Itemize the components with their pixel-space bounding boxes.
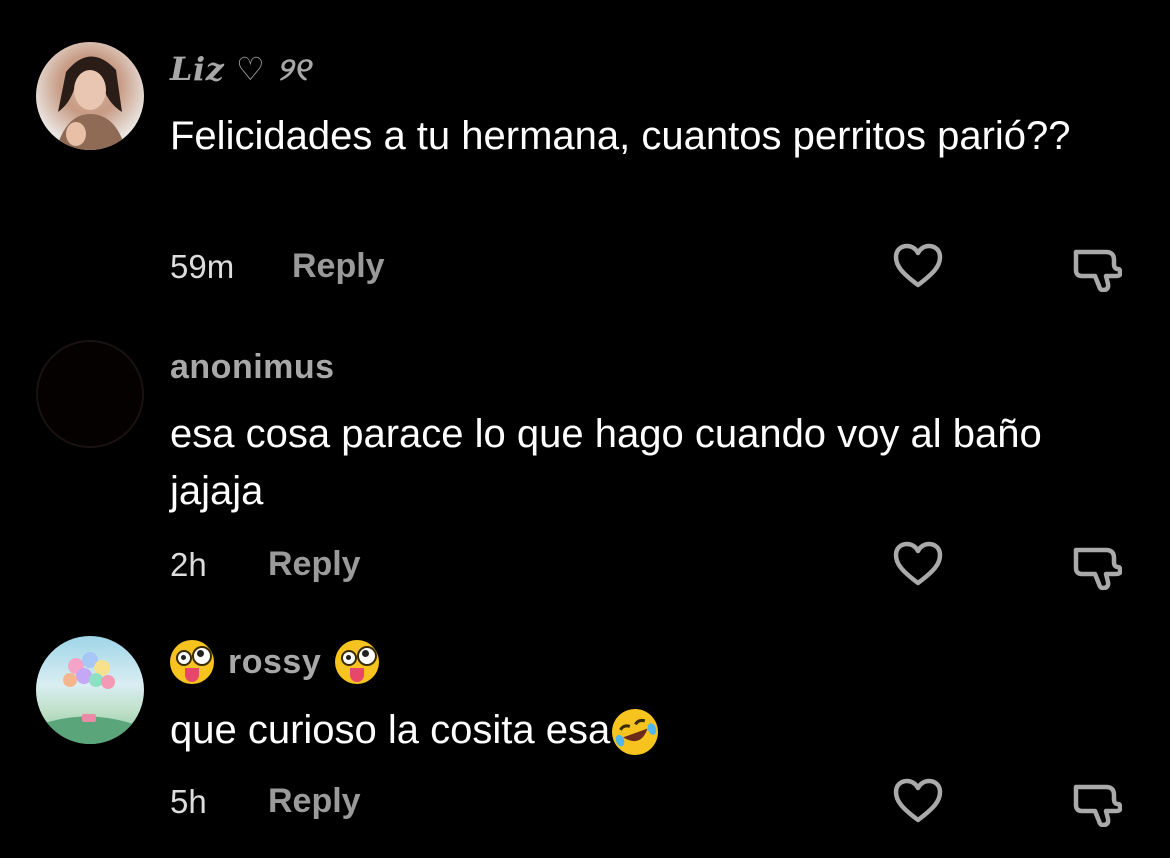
avatar[interactable] [36,636,144,744]
zany-face-emoji-icon [170,640,214,684]
thumbs-down-icon[interactable] [1070,779,1122,827]
comment-timestamp: 5h [170,783,207,820]
username-label: rossy [228,642,322,681]
rofl-emoji-icon [605,702,665,762]
heart-icon[interactable] [892,777,944,825]
comment-item: rossy que curioso la cosita esa 5h Reply [0,0,1170,858]
comment-username[interactable]: rossy [170,640,380,684]
zany-face-emoji-icon [335,640,380,684]
reply-button[interactable]: Reply [268,782,361,821]
comment-text-label: que curioso la cosita esa [170,708,611,752]
comment-text: que curioso la cosita esa [170,702,1110,762]
